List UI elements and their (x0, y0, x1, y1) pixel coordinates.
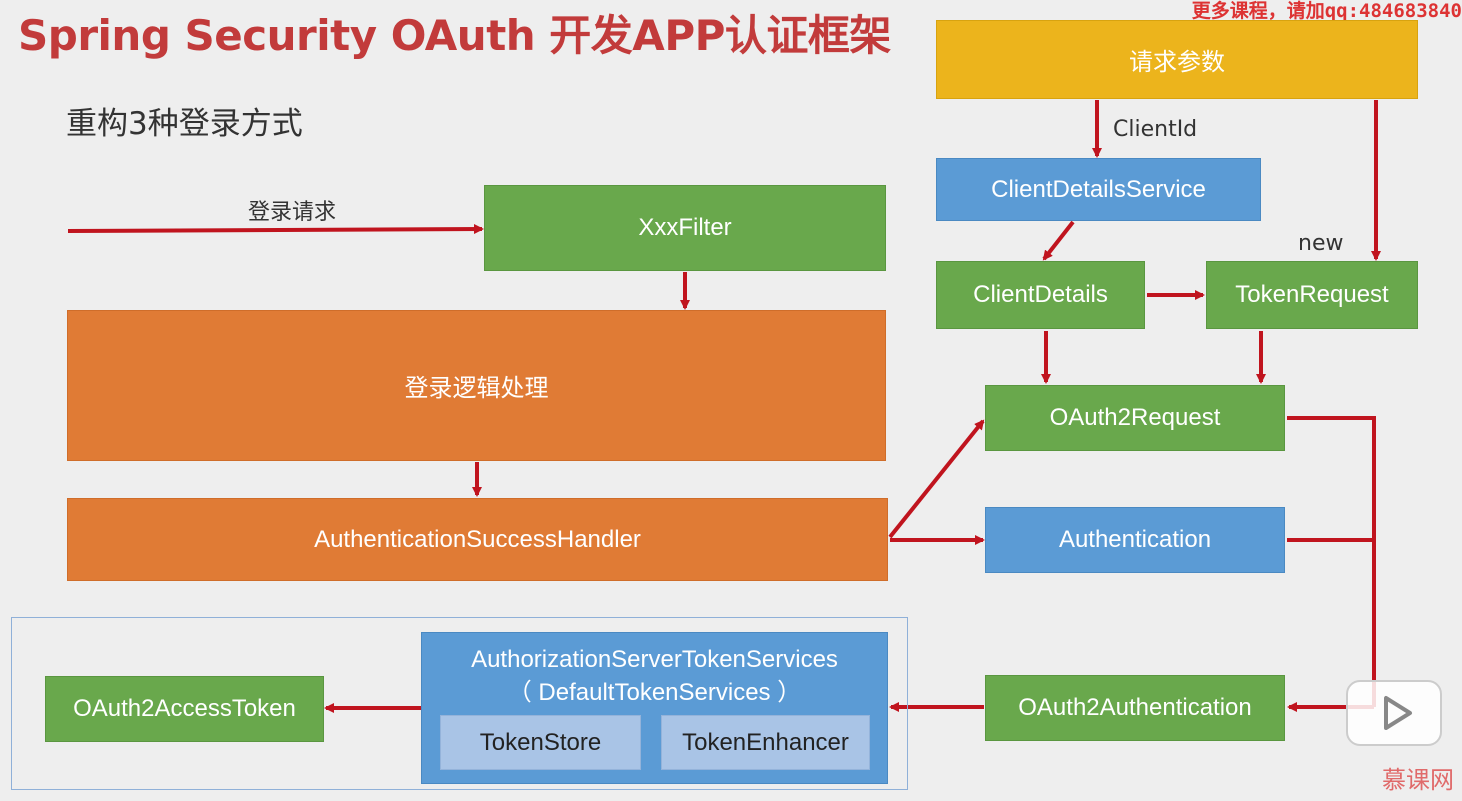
play-button[interactable] (1346, 680, 1442, 746)
play-icon (1384, 696, 1412, 730)
label-login-request: 登录请求 (248, 200, 337, 225)
token-services-impl: （ DefaultTokenServices ） (507, 679, 802, 706)
xxx-filter-box: XxxFilter (484, 185, 886, 271)
oauth2-authentication-box: OAuth2Authentication (985, 675, 1285, 741)
oauth2-access-token-box: OAuth2AccessToken (45, 676, 324, 742)
request-params-box: 请求参数 (936, 20, 1418, 99)
authentication-box: Authentication (985, 507, 1285, 573)
arrow-login-request (67, 224, 484, 235)
arrow-cds-to-clientdetails (1042, 220, 1075, 261)
arrow-handler-to-oauth2request (888, 419, 985, 539)
token-services-name: AuthorizationServerTokenServices (471, 646, 838, 673)
authentication-success-handler-box: AuthenticationSuccessHandler (67, 498, 888, 581)
token-store-box: TokenStore (440, 715, 641, 770)
label-client-id: ClientId (1113, 117, 1198, 142)
oauth2-request-box: OAuth2Request (985, 385, 1285, 451)
login-logic-box: 登录逻辑处理 (67, 310, 886, 461)
client-details-box: ClientDetails (936, 261, 1145, 329)
line-oauth2request-to-right (1287, 416, 1376, 707)
token-enhancer-box: TokenEnhancer (661, 715, 870, 770)
token-request-box: TokenRequest (1206, 261, 1418, 329)
client-details-service-box: ClientDetailsService (936, 158, 1261, 221)
site-logo: 慕课网 (1382, 766, 1454, 794)
label-new: new (1298, 231, 1344, 256)
